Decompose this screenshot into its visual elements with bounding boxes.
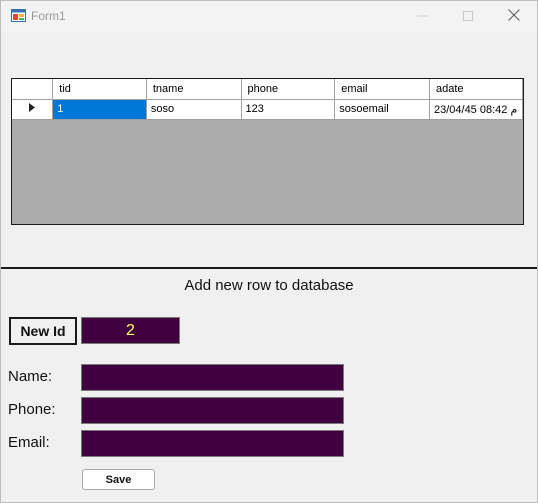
email-field[interactable] (81, 430, 344, 457)
form1-window: Form1 tid tname phone email adate 1 soso… (0, 0, 538, 503)
column-header-phone[interactable]: phone (241, 79, 336, 100)
name-field[interactable] (81, 364, 344, 391)
maximize-icon (463, 8, 473, 26)
save-button[interactable]: Save (82, 469, 155, 490)
maximize-button[interactable] (445, 1, 491, 32)
cell-tname[interactable]: soso (146, 99, 242, 120)
cell-tid[interactable]: 1 (52, 99, 147, 120)
column-header-adate[interactable]: adate (429, 79, 524, 100)
phone-field[interactable] (81, 397, 344, 424)
new-id-value: 2 (81, 317, 180, 344)
column-header-tid[interactable]: tid (52, 79, 147, 100)
grid-header-row: tid tname phone email adate (12, 79, 524, 100)
table-row[interactable]: 1 soso 123 sosoemail 23/04/45 08:42 م (12, 99, 524, 120)
new-id-label: New Id (9, 317, 77, 345)
cell-phone[interactable]: 123 (241, 99, 336, 120)
form-heading: Add new row to database (184, 277, 354, 294)
section-divider (1, 267, 537, 269)
column-header-tname[interactable]: tname (146, 79, 242, 100)
minimize-icon (417, 8, 427, 26)
title-bar[interactable]: Form1 (1, 1, 537, 32)
name-label: Name: (8, 368, 53, 385)
minimize-button[interactable] (399, 1, 445, 32)
close-button[interactable] (491, 1, 537, 32)
phone-label: Phone: (8, 401, 56, 418)
cell-adate[interactable]: 23/04/45 08:42 م (429, 99, 524, 120)
cell-email[interactable]: sosoemail (334, 99, 430, 120)
current-row-triangle-icon (29, 103, 36, 115)
window-title: Form1 (31, 9, 66, 23)
close-icon (508, 8, 520, 26)
grid-table: tid tname phone email adate 1 soso 123 s… (12, 79, 524, 120)
row-header[interactable] (12, 99, 54, 120)
form-app-icon (11, 9, 26, 22)
column-header-email[interactable]: email (334, 79, 430, 100)
data-grid-view[interactable]: tid tname phone email adate 1 soso 123 s… (11, 78, 524, 225)
grid-corner-header[interactable] (12, 79, 54, 100)
email-label: Email: (8, 434, 50, 451)
